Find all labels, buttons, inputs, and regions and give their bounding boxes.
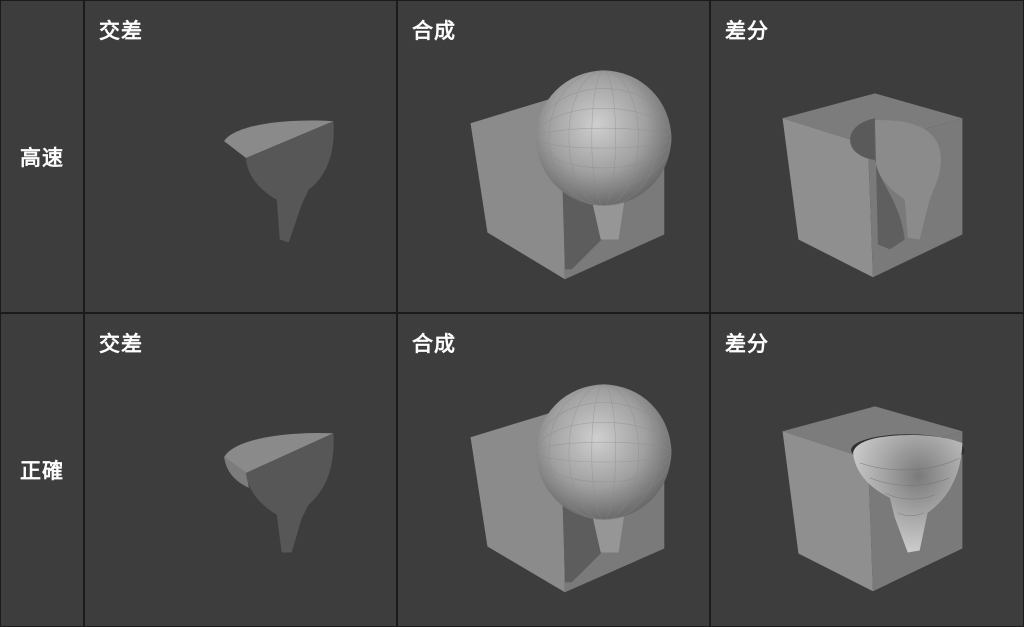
render-panel-fast-intersect: 交差 bbox=[84, 0, 397, 313]
difference-shape-render bbox=[782, 406, 965, 592]
row-label-fast: 高速 bbox=[0, 0, 84, 313]
union-shape-render bbox=[470, 70, 672, 280]
intersect-shape-render bbox=[224, 120, 334, 243]
render-panel-exact-union: 合成 bbox=[397, 313, 710, 627]
sphere bbox=[536, 384, 672, 520]
render-panel-fast-difference: 差分 bbox=[710, 0, 1024, 313]
row-label-text: 正確 bbox=[20, 459, 64, 483]
sphere bbox=[536, 70, 672, 206]
row-label-text: 高速 bbox=[20, 145, 64, 170]
difference-shape-render bbox=[782, 93, 963, 278]
render-panel-fast-union: 合成 bbox=[397, 0, 710, 313]
render-panel-exact-difference: 差分 bbox=[710, 313, 1024, 627]
row-label-exact: 正確 bbox=[0, 313, 84, 627]
render-panel-exact-intersect: 交差 bbox=[84, 313, 397, 627]
boolean-comparison-grid: 高速 交差 合成 差分 正確 交差 合成 差分 bbox=[0, 0, 1024, 627]
union-shape-render bbox=[470, 384, 672, 593]
intersect-shape-render bbox=[224, 432, 334, 553]
